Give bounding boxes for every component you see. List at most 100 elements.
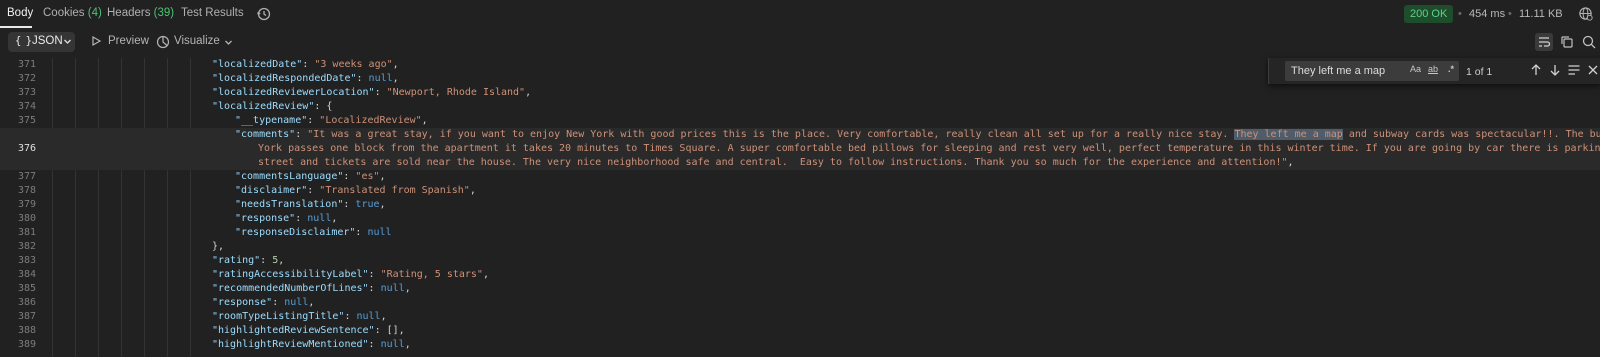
response-body-editor[interactable]: 371 "localizedDate": "3 weeks ago", 372 "l… [0, 58, 1600, 357]
json-null: null [284, 297, 309, 308]
json-key: "response" [212, 297, 273, 308]
regex-toggle[interactable]: .* [1448, 64, 1454, 74]
code-line: 377 "commentsLanguage": "es", [0, 170, 1600, 184]
json-key: "highlightReviewMentioned" [212, 339, 369, 350]
code-line: 385 "recommendedNumberOfLines": null, [0, 282, 1600, 296]
arrow-down-icon[interactable] [1548, 63, 1562, 77]
format-select[interactable]: { } JSON [8, 32, 75, 52]
line-number: 378 [17, 185, 36, 196]
code-line: 379 "needsTranslation": true, [0, 198, 1600, 212]
json-key: "localizedDate" [212, 59, 303, 70]
code-line: 387 "roomTypeListingTitle": null, [0, 310, 1600, 324]
copy-icon[interactable] [1558, 33, 1576, 51]
preview-label: Preview [108, 35, 149, 47]
chevron-down-icon [64, 39, 71, 44]
wrap-lines-icon[interactable] [1535, 33, 1553, 51]
line-number: 380 [17, 213, 36, 224]
code-line: 373 "localizedReviewerLocation": "Newport… [0, 86, 1600, 100]
json-string: "3 weeks ago" [314, 59, 393, 70]
line-number: 379 [17, 199, 36, 210]
json-key: "comments" [235, 129, 296, 140]
json-string-part: and subway cards was spectacular!!. The … [1348, 129, 1600, 140]
response-toolbar: { } JSON Preview Visualize [0, 28, 1600, 58]
tab-headers-label: Headers [107, 7, 151, 19]
json-string: "Translated from Spanish" [319, 185, 470, 196]
json-key: "localizedReview" [212, 101, 315, 112]
json-null: null [307, 213, 332, 224]
visualize-chevron-down-icon[interactable] [224, 38, 233, 47]
code-line: 374 "localizedReview": { [0, 100, 1600, 114]
code-line: 380 "response": null, [0, 212, 1600, 226]
json-key: "response" [235, 213, 296, 224]
json-null: null [368, 73, 393, 84]
visualize-button[interactable]: Visualize [156, 34, 220, 52]
history-icon[interactable] [256, 6, 272, 22]
code-line: 384 "ratingAccessibilityLabel": "Rating, … [0, 268, 1600, 282]
line-number: 389 [17, 339, 36, 350]
code-line: 382}, [0, 240, 1600, 254]
status-badge[interactable]: 200 OK [1404, 5, 1454, 23]
line-number: 374 [17, 101, 36, 112]
json-key: "__typename" [235, 115, 308, 126]
match-count: 1 of 1 [1466, 66, 1493, 78]
line-number: 385 [17, 283, 36, 294]
json-key: "responseDisclaimer" [235, 227, 356, 238]
headers-count: (39) [153, 7, 175, 19]
code-line: 381 "responseDisclaimer": null [0, 226, 1600, 240]
line-number: 382 [17, 241, 36, 252]
line-number: 384 [17, 269, 36, 280]
network-globe-icon[interactable] [1578, 6, 1593, 21]
json-string: "Newport, Rhode Island" [386, 87, 526, 98]
json-array: [] [386, 325, 399, 336]
code-line-current: 376 "comments": "It was a great stay, if… [0, 128, 1600, 170]
json-key: "localizedRespondedDate" [212, 73, 357, 84]
close-brace: }, [212, 241, 225, 252]
json-key: "localizedReviewerLocation" [212, 87, 375, 98]
line-number: 375 [17, 115, 36, 126]
separator-dot: • [1458, 8, 1462, 20]
tab-cookies[interactable]: Cookies (4) [43, 7, 102, 19]
json-key: "recommendedNumberOfLines" [212, 283, 369, 294]
json-null: null [367, 227, 392, 238]
play-icon [92, 35, 102, 47]
json-key: "highlightedReviewSentence" [212, 325, 375, 336]
json-string-part: "It was a great stay, if you want to enj… [307, 129, 1235, 140]
json-string: "Rating, 5 stars" [380, 269, 483, 280]
json-key: "disclaimer" [235, 185, 308, 196]
line-number: 383 [17, 255, 36, 266]
tab-headers[interactable]: Headers (39) [107, 7, 174, 19]
json-key: "needsTranslation" [235, 199, 344, 210]
code-line: 378 "disclaimer": "Translated from Spanis… [0, 184, 1600, 198]
line-number: 377 [17, 171, 36, 182]
line-number: 386 [17, 297, 36, 308]
visualize-label: Visualize [174, 35, 220, 47]
line-number: 388 [17, 325, 36, 336]
response-size[interactable]: 11.11 KB [1519, 8, 1563, 20]
preview-button[interactable]: Preview [90, 34, 149, 52]
format-label: JSON [32, 35, 63, 47]
json-string: "LocalizedReview" [319, 115, 422, 126]
visualize-icon [156, 35, 170, 49]
line-number: 373 [17, 87, 36, 98]
whole-word-toggle[interactable]: ab [1428, 64, 1438, 74]
find-widget: Aa ab .* 1 of 1 [1268, 58, 1600, 84]
search-icon[interactable] [1580, 33, 1598, 51]
line-number: 372 [17, 73, 36, 84]
json-string: "es" [355, 171, 380, 182]
code-line: 375 "__typename": "LocalizedReview", [0, 114, 1600, 128]
tab-test-results[interactable]: Test Results [181, 7, 244, 19]
json-null: null [380, 339, 405, 350]
arrow-up-icon[interactable] [1529, 63, 1543, 77]
close-icon[interactable] [1586, 63, 1600, 77]
json-null: null [356, 311, 381, 322]
tab-body[interactable]: Body [7, 7, 33, 19]
response-tab-bar: Body Cookies (4) Headers (39) Test Resul… [0, 0, 1600, 28]
code-line: 386 "response": null, [0, 296, 1600, 310]
code-line: 389 "highlightReviewMentioned": null, [0, 338, 1600, 352]
match-case-toggle[interactable]: Aa [1410, 64, 1421, 74]
find-in-selection-icon[interactable] [1567, 63, 1581, 77]
json-key: "commentsLanguage" [235, 171, 344, 182]
cookies-count: (4) [87, 7, 102, 19]
response-time[interactable]: 454 ms [1469, 8, 1505, 20]
json-string-wrap: street and tickets are sold near the hou… [258, 157, 1288, 168]
